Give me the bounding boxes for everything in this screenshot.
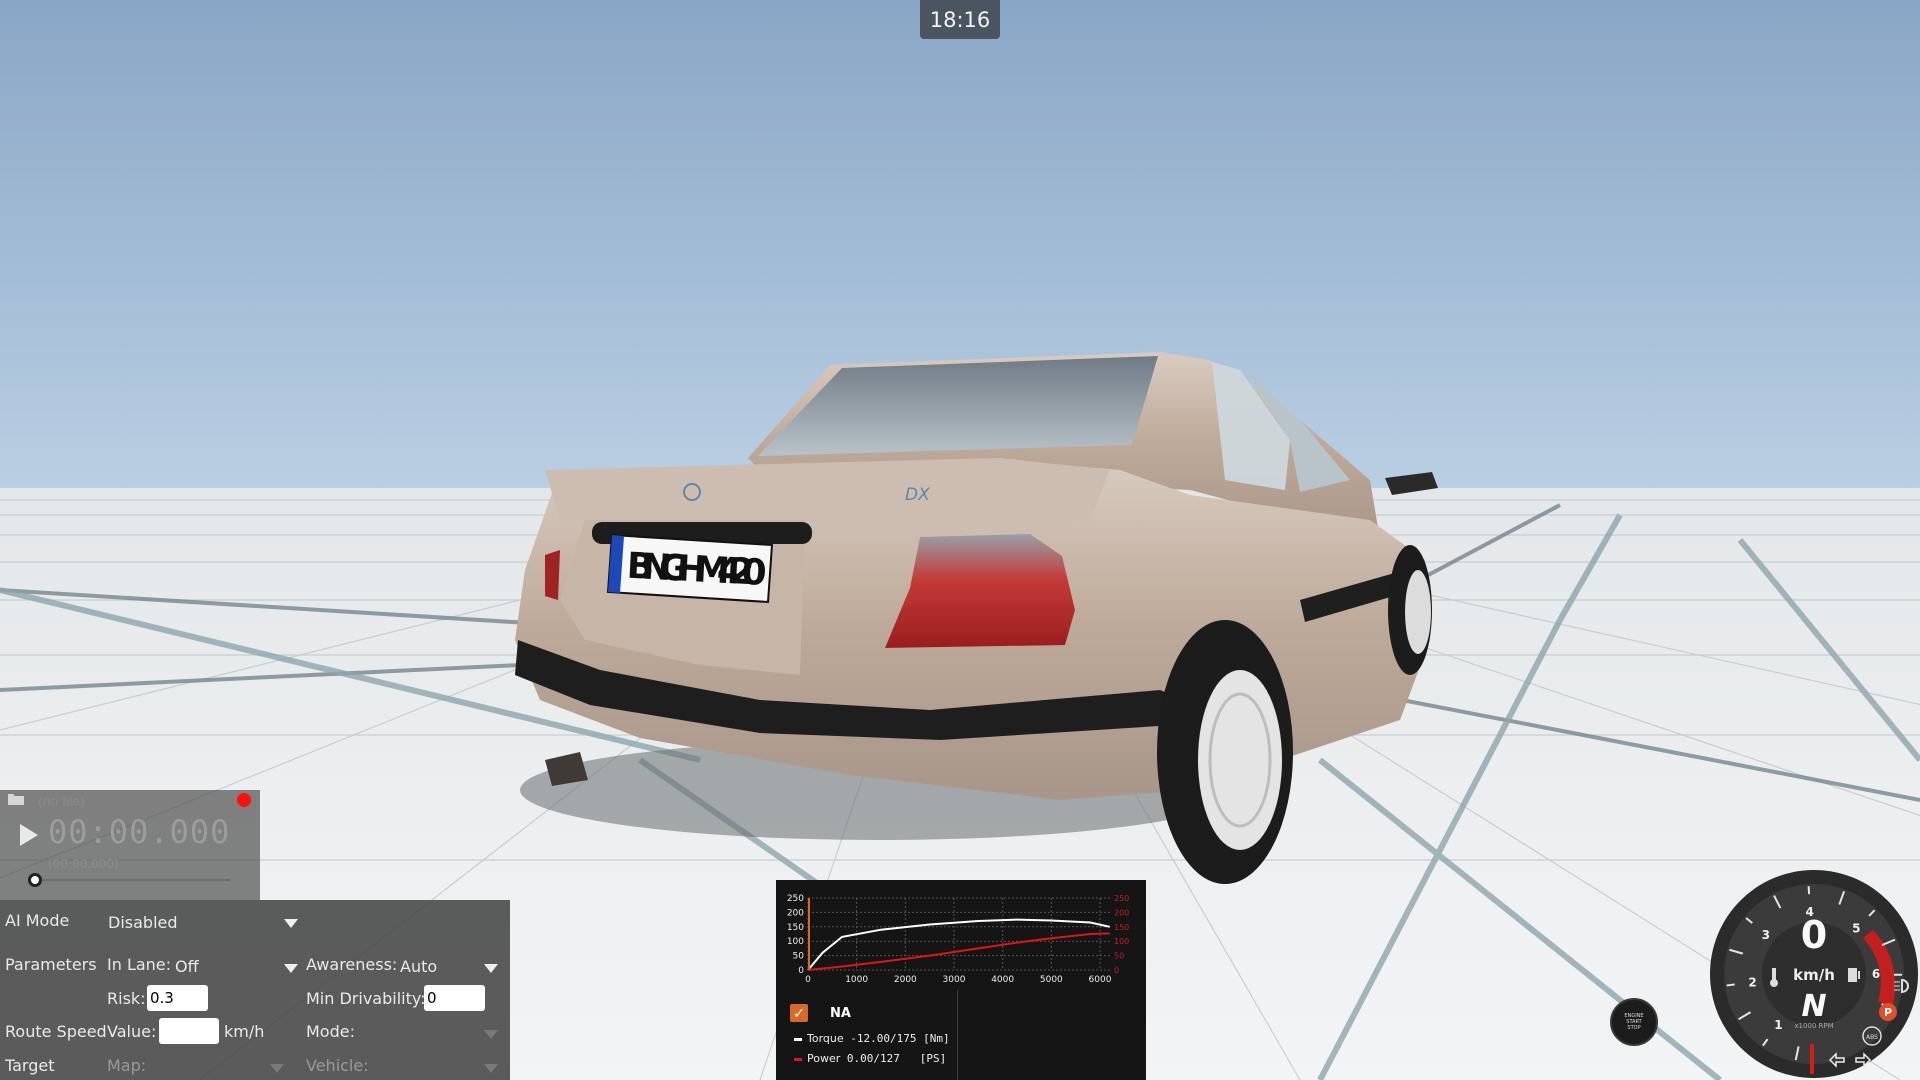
play-icon[interactable] [18,822,40,848]
ai-mode-select[interactable]: Disabled [108,913,178,932]
gear-indicator: N [1801,989,1826,1024]
ai-mode-dropdown-icon[interactable] [284,919,298,928]
power-line [807,932,1110,971]
speed-value-input[interactable] [159,1018,219,1044]
awareness-dropdown-icon[interactable] [484,964,498,973]
y2-tick-label: 0 [1114,966,1119,975]
y2-tick-label: 50 [1114,952,1124,961]
rpm-tick-label: 2 [1748,976,1756,990]
x-tick-label: 1000 [845,975,868,985]
speed-unit: km/h [1793,966,1835,984]
speed-readout: 0 [1801,913,1827,957]
config-name: NA [830,1006,851,1021]
torque-value: -12.00/175 [850,1032,917,1045]
rpm-tick-label: 5 [1852,922,1860,936]
parameters-label: Parameters [5,955,97,974]
rpm-tick-label: 3 [1762,928,1770,942]
y-tick-label: 200 [787,908,804,918]
target-vehicle-dropdown-icon[interactable] [484,1064,498,1073]
target-vehicle-label: Vehicle: [306,1056,369,1075]
target-map-label: Map: [107,1056,147,1075]
config-checkbox[interactable]: ✓ [790,1004,808,1022]
folder-icon[interactable] [7,792,25,806]
rpm-tick-label: 6 [1872,967,1880,981]
route-speed-label: Route Speed [5,1022,107,1041]
x-tick-label: 5000 [1040,975,1063,985]
game-clock: 18:16 [920,0,1000,39]
in-lane-label: In Lane: [107,955,172,974]
risk-input[interactable] [147,985,208,1011]
y-tick-label: 100 [787,937,804,947]
torque-legend-row: Torque -12.00/175 [Nm] [794,1032,950,1045]
ai-panel: AI Mode Disabled Parameters In Lane: Off… [0,900,510,1080]
in-lane-select[interactable]: Off [175,957,199,976]
x-tick-label: 4000 [991,975,1014,985]
torque-curve-panel: 250 250 200 200 150 150 100 100 50 50 0 0 0 1000 2000 3… [776,880,1146,1080]
start-stop-line3: STOP [1627,1025,1641,1031]
y-tick-label: 0 [798,966,804,976]
record-button[interactable] [237,793,251,807]
torque-curve-chart: 250 250200 200150 150100 10050 500 00 1000 2000 3… [787,894,1129,985]
parking-brake-label: P [1884,1006,1892,1019]
replay-time: 00:00.000 [48,813,231,851]
abs-label: ABS [1866,1034,1878,1041]
y2-tick-label: 250 [1114,894,1129,903]
y-tick-label: 250 [787,894,804,904]
y2-tick-label: 150 [1114,923,1129,932]
min-drivability-label: Min Drivability: [306,989,426,1008]
x-tick-label: 3000 [943,975,966,985]
power-value: 0.00/127 [846,1052,900,1065]
license-plate: BNG·HM 420 [606,533,774,604]
power-swatch [794,1057,802,1061]
torque-label: Torque [807,1032,844,1045]
power-unit: [PS] [919,1052,947,1065]
engine-start-stop-button[interactable]: ENGINE START STOP [1610,998,1658,1046]
speed-unit-label: km/h [224,1022,265,1041]
torque-swatch [794,1037,802,1041]
x-tick-label: 6000 [1089,975,1112,985]
rpm-unit-label: x1000 RPM [1794,1022,1833,1030]
replay-scrubber[interactable] [28,873,42,887]
target-label: Target [5,1056,55,1075]
risk-label: Risk: [107,989,146,1008]
rpm-needle [1810,1044,1814,1074]
y2-tick-label: 100 [1114,937,1129,946]
x-tick-label: 0 [805,975,811,985]
torque-unit: [Nm] [923,1032,950,1045]
min-drivability-input[interactable] [424,985,485,1011]
ai-mode-label: AI Mode [5,911,70,930]
speed-rpm-gauge: 123456 0 km/h N x1000 RPM P ABS [1710,870,1918,1078]
rpm-tick [1726,983,1735,987]
y2-tick-label: 200 [1114,908,1129,917]
power-legend-row: Power 0.00/127 [PS] [794,1052,946,1065]
in-lane-dropdown-icon[interactable] [284,964,298,973]
speed-mode-dropdown-icon[interactable] [484,1030,498,1039]
speed-value-label: Value: [107,1022,157,1041]
y-tick-label: 150 [787,923,804,933]
rpm-tick-label: 1 [1774,1018,1782,1032]
y-tick-label: 50 [793,952,805,962]
replay-file-label: (no file) [38,793,85,809]
awareness-select[interactable]: Auto [400,957,437,976]
target-map-dropdown-icon[interactable] [270,1064,284,1073]
model-badge: DX [905,485,930,505]
replay-timeline[interactable] [34,879,230,881]
replay-subtime: (00:00.000) [48,857,119,871]
license-plate-text: BNG·HM 420 [626,546,768,594]
speed-mode-label: Mode: [306,1022,355,1041]
awareness-label: Awareness: [306,955,398,974]
power-label: Power [807,1052,841,1065]
x-tick-label: 2000 [894,975,917,985]
